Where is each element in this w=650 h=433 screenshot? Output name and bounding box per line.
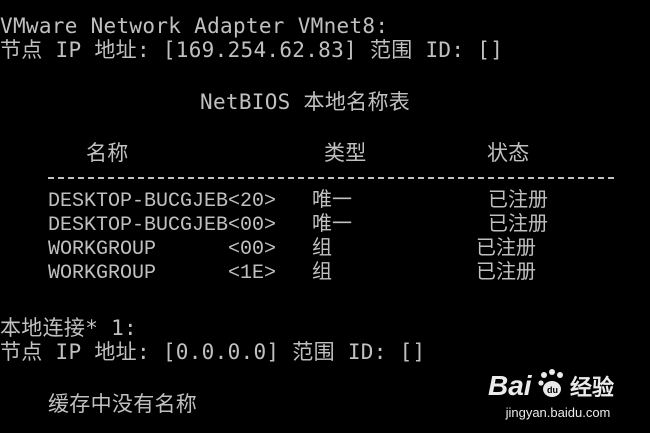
table-row-name: DESKTOP-BUCGJEB<00>: [48, 214, 277, 237]
table-row-type: 唯一: [312, 190, 352, 213]
table-row-type: 组: [312, 262, 332, 285]
table-row-status: 已注册: [476, 238, 536, 261]
column-header-name: 名称: [86, 141, 129, 165]
table-row-name: DESKTOP-BUCGJEB<20>: [48, 190, 277, 213]
baidu-watermark: Bai du 经验 jingyan.baidu.com: [488, 365, 628, 425]
console-window: VMware Network Adapter VMnet8: 节点 IP 地址:…: [0, 0, 650, 433]
table-row-name: WORKGROUP <1E>: [48, 262, 277, 285]
adapter-header: VMware Network Adapter VMnet8:: [0, 14, 389, 38]
cache-empty-message: 缓存中没有名称: [48, 392, 198, 416]
column-header-status: 状态: [487, 141, 530, 165]
table-row-status: 已注册: [476, 262, 536, 285]
logo-text-cn: 经验: [570, 375, 614, 401]
table-divider: [48, 177, 614, 179]
logo-text-du: du: [547, 385, 558, 395]
local-conn-ip-line: 节点 IP 地址: [0.0.0.0] 范围 ID: []: [0, 340, 426, 364]
table-row-status: 已注册: [488, 190, 548, 213]
logo-text-bai: Bai: [488, 370, 533, 401]
baidu-logo: Bai du 经验: [488, 369, 614, 401]
table-row-status: 已注册: [488, 214, 548, 237]
table-row-name: WORKGROUP <00>: [48, 238, 277, 261]
local-conn-header: 本地连接* 1:: [0, 316, 137, 340]
table-row-type: 组: [312, 238, 332, 261]
column-header-type: 类型: [324, 141, 367, 165]
table-title: NetBIOS 本地名称表: [200, 90, 411, 114]
watermark-url: jingyan.baidu.com: [505, 405, 611, 420]
table-row-type: 唯一: [312, 214, 352, 237]
baidu-paw-icon: du: [538, 369, 563, 397]
adapter-ip-line: 节点 IP 地址: [169.254.62.83] 范围 ID: []: [0, 38, 504, 62]
